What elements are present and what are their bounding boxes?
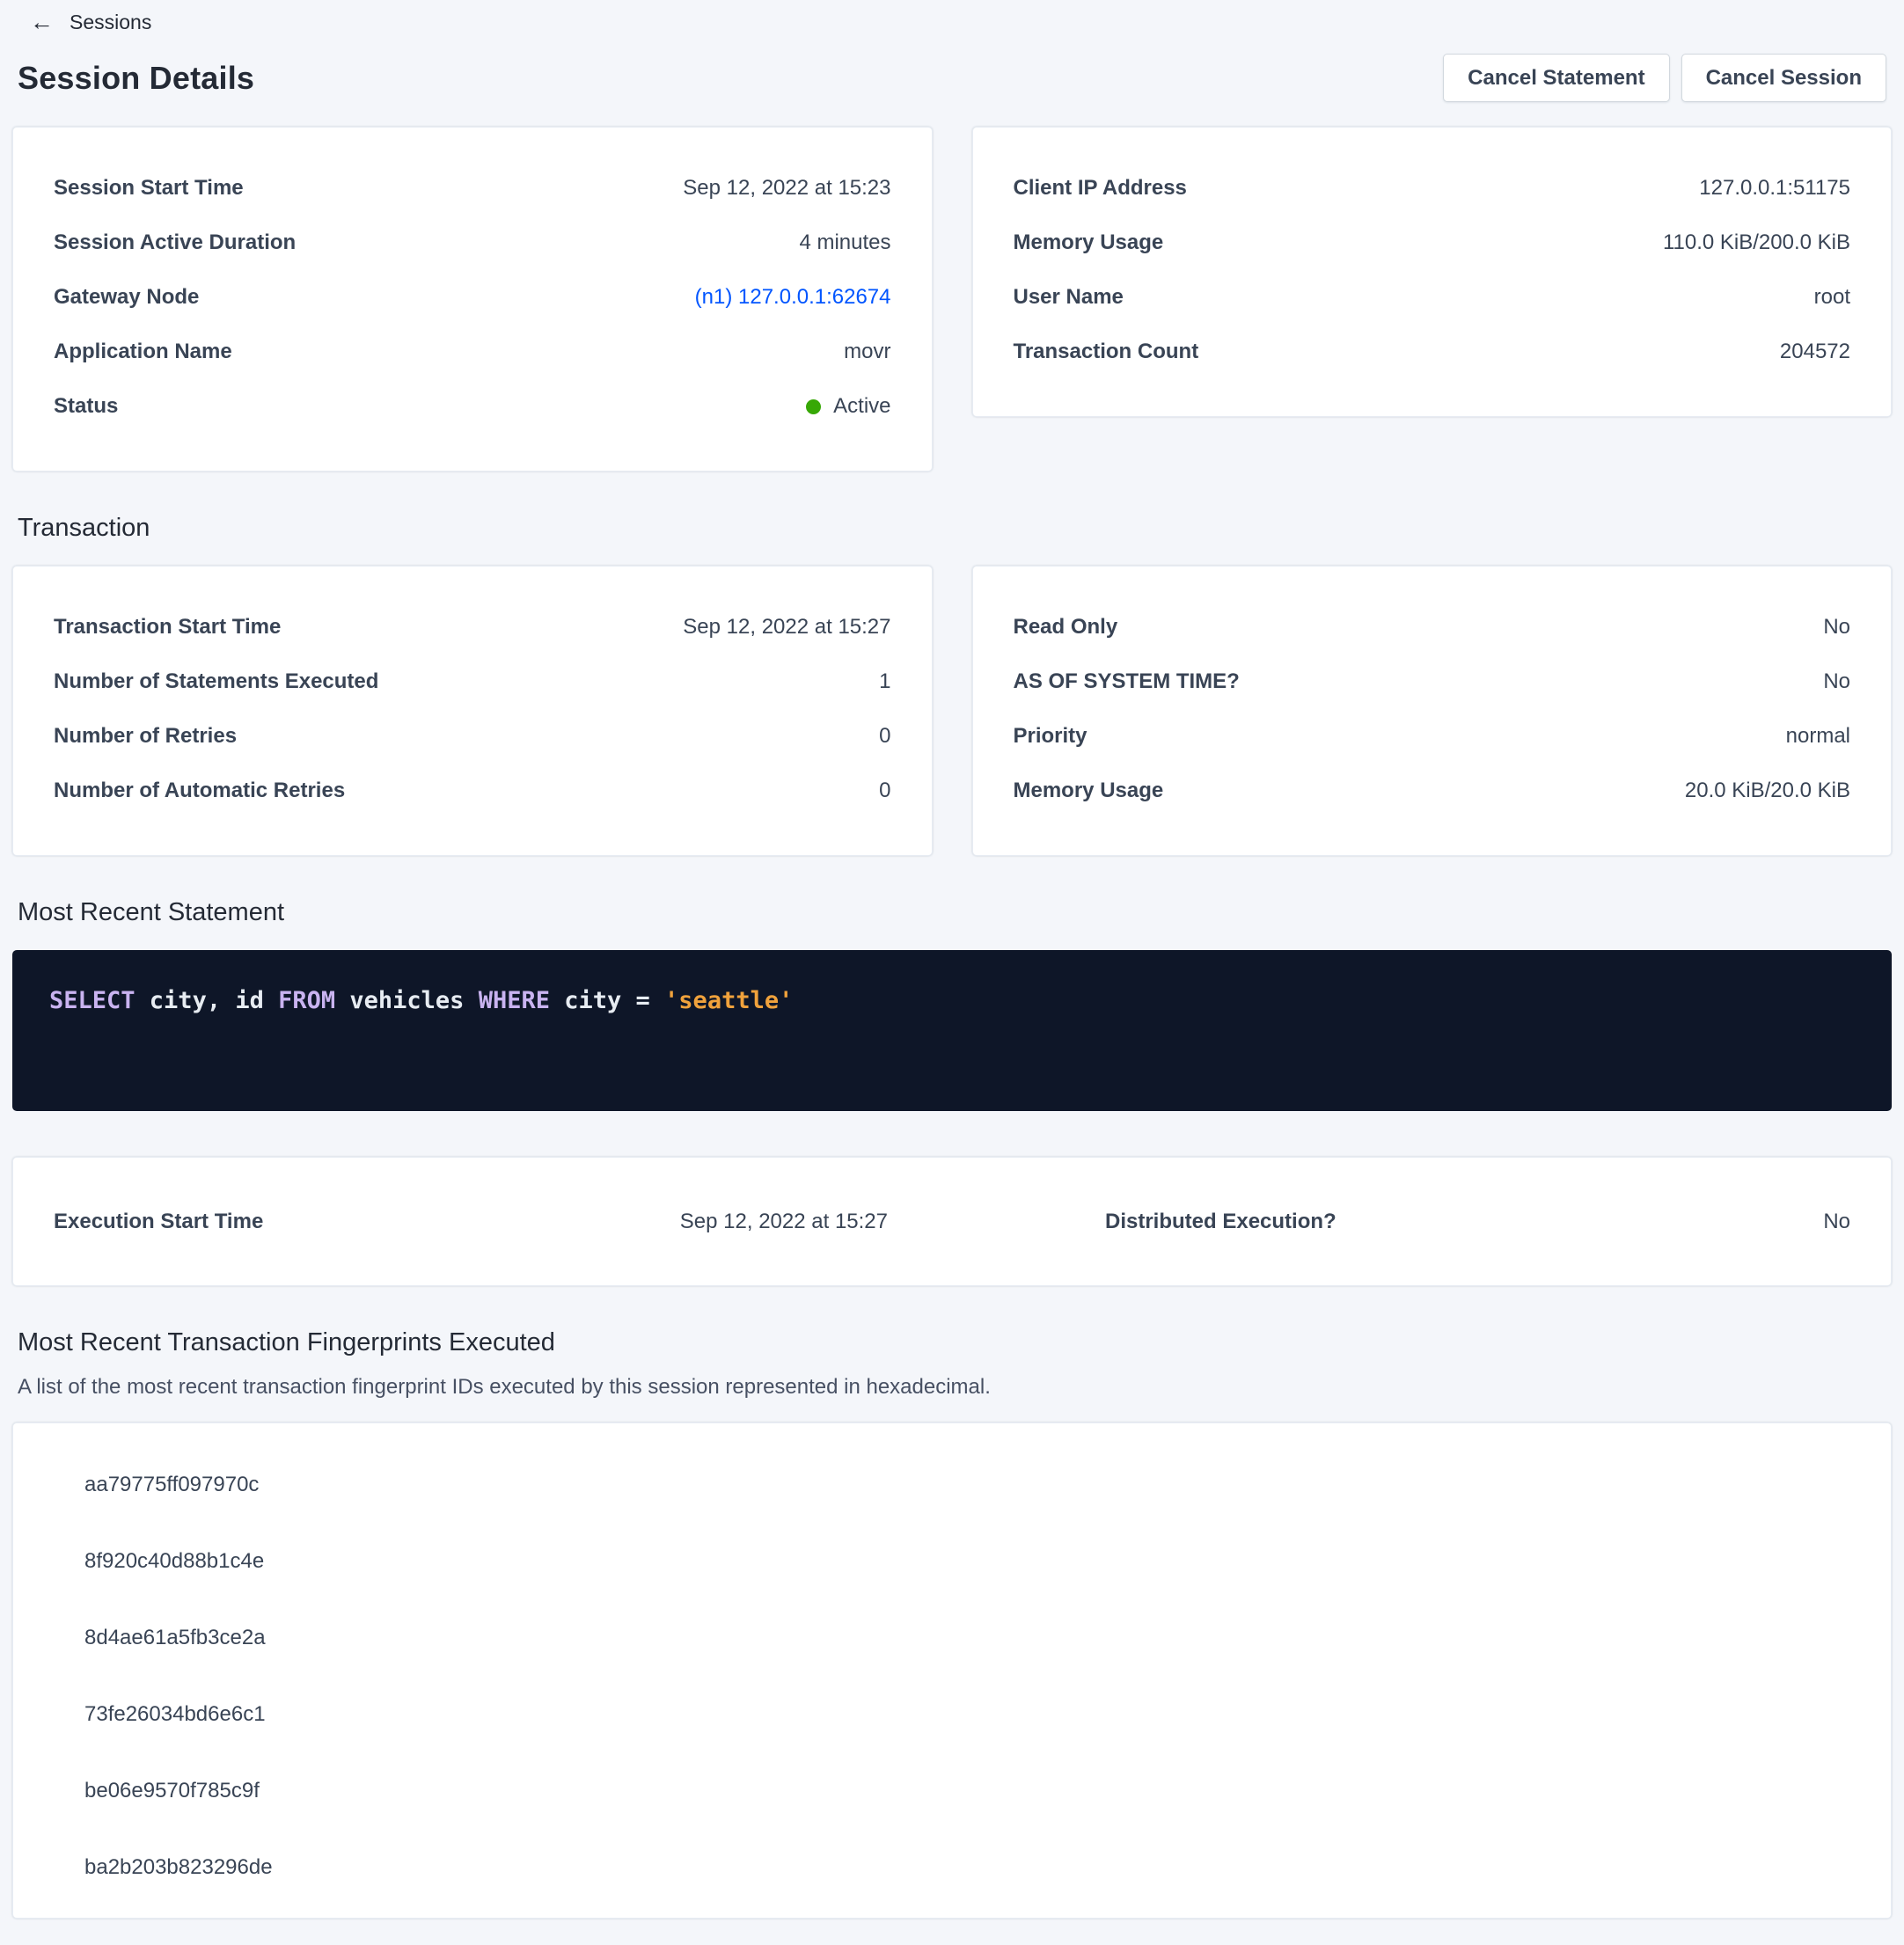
fingerprint-list-item: 8f920c40d88b1c4e <box>13 1523 1891 1599</box>
title-row: Session Details Cancel Statement Cancel … <box>18 54 1886 102</box>
row-value: 0 <box>879 724 890 749</box>
statement-section-heading: Most Recent Statement <box>18 898 1892 927</box>
row-value: 4 minutes <box>799 230 890 255</box>
session-client-card: Client IP Address 127.0.0.1:51175 Memory… <box>972 127 1893 417</box>
page-title: Session Details <box>18 60 254 97</box>
row-label: Number of Retries <box>54 724 237 749</box>
row-transaction-count: Transaction Count 204572 <box>1014 325 1851 379</box>
row-value: normal <box>1786 724 1850 749</box>
row-label: Session Start Time <box>54 176 244 201</box>
fingerprints-section-heading: Most Recent Transaction Fingerprints Exe… <box>18 1328 1892 1357</box>
status-text: Active <box>833 394 890 419</box>
row-client-ip: Client IP Address 127.0.0.1:51175 <box>1014 161 1851 216</box>
status-badge: Active <box>806 394 890 419</box>
row-label: Session Active Duration <box>54 230 296 255</box>
row-label: Gateway Node <box>54 285 199 310</box>
sql-identifier: city = <box>564 987 664 1014</box>
row-read-only: Read Only No <box>1014 600 1851 654</box>
row-status: Status Active <box>54 379 891 434</box>
row-label: Status <box>54 394 118 419</box>
row-label: AS OF SYSTEM TIME? <box>1014 669 1240 694</box>
transaction-section-heading: Transaction <box>18 514 1892 543</box>
sql-statement-block: SELECT city, id FROM vehicles WHERE city… <box>12 950 1892 1111</box>
row-value: 204572 <box>1780 340 1850 364</box>
execution-card: Execution Start Time Sep 12, 2022 at 15:… <box>12 1157 1892 1286</box>
row-session-start-time: Session Start Time Sep 12, 2022 at 15:23 <box>54 161 891 216</box>
row-label: Number of Automatic Retries <box>54 779 345 803</box>
row-execution-start-time: Execution Start Time Sep 12, 2022 at 15:… <box>54 1210 888 1234</box>
row-automatic-retries: Number of Automatic Retries 0 <box>54 764 891 818</box>
sql-keyword: SELECT <box>49 987 150 1014</box>
status-active-dot-icon <box>806 399 821 414</box>
row-value: Sep 12, 2022 at 15:27 <box>680 1210 888 1234</box>
gateway-node-link[interactable]: (n1) 127.0.0.1:62674 <box>695 285 891 310</box>
fingerprints-section-description: A list of the most recent transaction fi… <box>18 1375 1892 1400</box>
row-value: 20.0 KiB/20.0 KiB <box>1685 779 1850 803</box>
row-value: Sep 12, 2022 at 15:27 <box>683 615 890 640</box>
sql-statement: SELECT city, id FROM vehicles WHERE city… <box>49 985 1855 1016</box>
row-priority: Priority normal <box>1014 709 1851 764</box>
row-distributed-execution: Distributed Execution? No <box>1105 1210 1850 1234</box>
row-memory-usage: Memory Usage 110.0 KiB/200.0 KiB <box>1014 216 1851 270</box>
header-actions: Cancel Statement Cancel Session <box>1443 54 1886 102</box>
cancel-statement-button[interactable]: Cancel Statement <box>1443 54 1669 102</box>
session-details-card: Session Start Time Sep 12, 2022 at 15:23… <box>12 127 933 472</box>
row-label: Client IP Address <box>1014 176 1187 201</box>
row-gateway-node: Gateway Node (n1) 127.0.0.1:62674 <box>54 270 891 325</box>
row-number-of-retries: Number of Retries 0 <box>54 709 891 764</box>
row-label: Transaction Start Time <box>54 615 281 640</box>
fingerprint-list-item: be06e9570f785c9f <box>13 1752 1891 1829</box>
fingerprint-list-item: aa79775ff097970c <box>13 1446 1891 1523</box>
row-label: Distributed Execution? <box>1105 1210 1336 1234</box>
row-value: 0 <box>879 779 890 803</box>
row-value: No <box>1823 615 1850 640</box>
fingerprint-list-item: ba2b203b823296de <box>13 1829 1891 1905</box>
row-as-of-system-time: AS OF SYSTEM TIME? No <box>1014 654 1851 709</box>
row-label: Read Only <box>1014 615 1118 640</box>
breadcrumb-label: Sessions <box>70 11 151 34</box>
sql-keyword: WHERE <box>479 987 565 1014</box>
row-session-active-duration: Session Active Duration 4 minutes <box>54 216 891 270</box>
row-value: root <box>1814 285 1850 310</box>
sql-string-literal: 'seattle' <box>664 987 793 1014</box>
row-label: Number of Statements Executed <box>54 669 378 694</box>
row-label: Transaction Count <box>1014 340 1199 364</box>
row-label: Memory Usage <box>1014 779 1164 803</box>
row-value: No <box>1823 669 1850 694</box>
row-value: No <box>1823 1210 1850 1234</box>
sql-keyword: FROM <box>278 987 349 1014</box>
transaction-properties-card: Read Only No AS OF SYSTEM TIME? No Prior… <box>972 566 1893 856</box>
row-user-name: User Name root <box>1014 270 1851 325</box>
row-label: Memory Usage <box>1014 230 1164 255</box>
row-label: User Name <box>1014 285 1124 310</box>
row-value: 127.0.0.1:51175 <box>1699 176 1850 201</box>
row-label: Application Name <box>54 340 232 364</box>
row-value: Sep 12, 2022 at 15:23 <box>683 176 890 201</box>
transaction-details-card: Transaction Start Time Sep 12, 2022 at 1… <box>12 566 933 856</box>
sql-identifier: vehicles <box>349 987 478 1014</box>
row-statements-executed: Number of Statements Executed 1 <box>54 654 891 709</box>
row-txn-memory-usage: Memory Usage 20.0 KiB/20.0 KiB <box>1014 764 1851 818</box>
row-application-name: Application Name movr <box>54 325 891 379</box>
breadcrumb-back-sessions[interactable]: ← Sessions <box>30 11 151 34</box>
session-cards-row: Session Start Time Sep 12, 2022 at 15:23… <box>12 127 1892 472</box>
row-value: 110.0 KiB/200.0 KiB <box>1663 230 1850 255</box>
cancel-session-button[interactable]: Cancel Session <box>1681 54 1886 102</box>
row-value: movr <box>844 340 890 364</box>
session-details-page: ← Sessions Session Details Cancel Statem… <box>0 0 1904 1945</box>
row-label: Execution Start Time <box>54 1210 263 1234</box>
fingerprint-list-item: 8d4ae61a5fb3ce2a <box>13 1599 1891 1676</box>
row-label: Priority <box>1014 724 1087 749</box>
back-arrow-icon: ← <box>30 11 54 34</box>
row-value: 1 <box>879 669 890 694</box>
fingerprint-list-item: 73fe26034bd6e6c1 <box>13 1676 1891 1752</box>
fingerprints-card: aa79775ff097970c 8f920c40d88b1c4e 8d4ae6… <box>12 1422 1892 1919</box>
sql-identifier: city, id <box>150 987 278 1014</box>
transaction-cards-row: Transaction Start Time Sep 12, 2022 at 1… <box>12 566 1892 856</box>
row-transaction-start-time: Transaction Start Time Sep 12, 2022 at 1… <box>54 600 891 654</box>
